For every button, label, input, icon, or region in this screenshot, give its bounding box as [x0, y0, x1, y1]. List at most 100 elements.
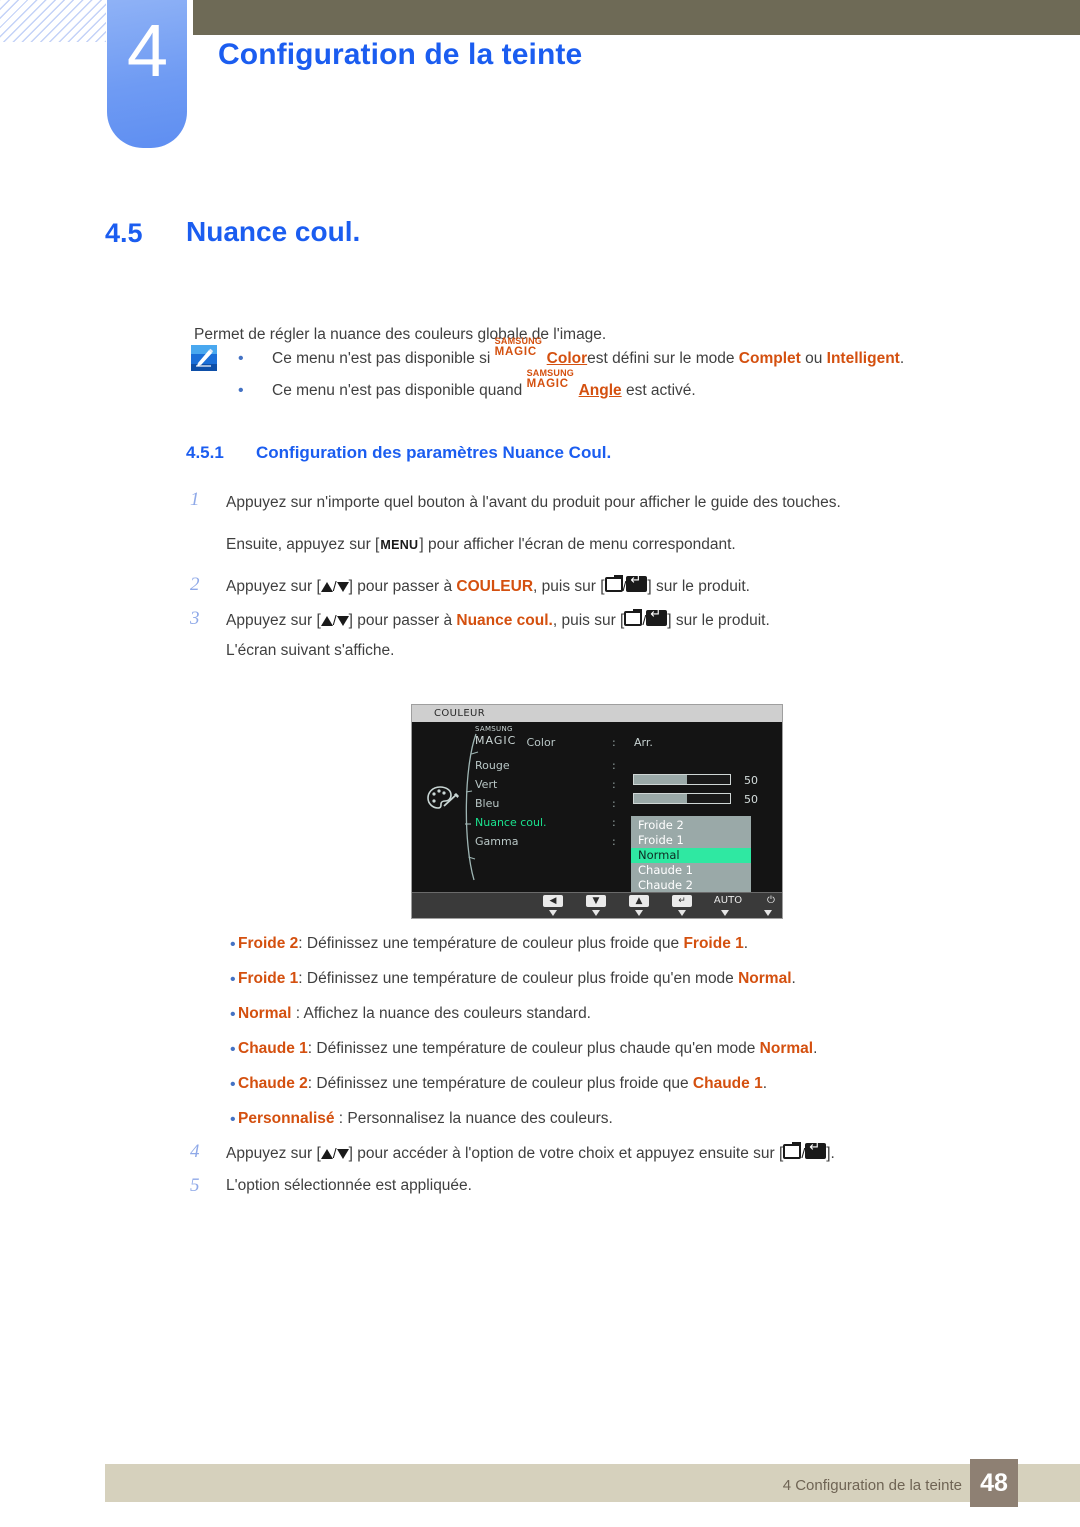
- osd-option-chaude-1[interactable]: Chaude 1: [631, 863, 751, 878]
- osd-row-label-rouge: Rouge: [475, 759, 510, 772]
- step-text-1: Appuyez sur n'importe quel bouton à l'av…: [226, 494, 841, 511]
- note-pencil-icon: [190, 344, 218, 372]
- subsection-number: 4.5.1: [186, 443, 224, 462]
- palette-icon: [426, 784, 460, 814]
- description-text: Affichez la nuance des couleurs standard…: [303, 1005, 591, 1022]
- osd-option-chaude-2[interactable]: Chaude 2: [631, 878, 751, 893]
- note-text-pre: Ce menu n'est pas disponible si: [272, 350, 495, 367]
- bullet-icon: •: [230, 971, 236, 988]
- osd-enter-button[interactable]: ↵: [669, 895, 695, 916]
- step-number-3: 3: [190, 608, 200, 629]
- description-text-end: .: [791, 970, 796, 987]
- description-term: Chaude 1: [238, 1040, 308, 1057]
- note-text-mid: est activé.: [621, 382, 696, 399]
- step-3-substep: L'écran suivant s'affiche.: [226, 642, 395, 659]
- description-term: Personnalisé: [238, 1110, 335, 1127]
- down-arrow-icon: ▼: [586, 895, 606, 907]
- step2-text-b: ] pour passer à: [348, 578, 457, 595]
- chapter-number: 4: [126, 9, 168, 92]
- osd-colon: :: [612, 736, 616, 749]
- osd-power-button[interactable]: ⏻: [755, 895, 781, 916]
- step2-text-c: , puis sur [: [533, 578, 605, 595]
- samsung-magic-logo: SAMSUNG MAGIC: [526, 368, 579, 396]
- step-1-substep: Ensuite, appuyez sur [MENU] pour affiche…: [226, 536, 736, 554]
- description-text-end: .: [762, 1075, 767, 1092]
- note-text-join: ou: [800, 350, 827, 367]
- osd-source-left-button[interactable]: ◀: [540, 895, 566, 916]
- osd-option-normal[interactable]: Normal: [631, 848, 751, 863]
- description-ref: Chaude 1: [692, 1075, 763, 1092]
- magic-feature-word: Color: [546, 350, 588, 367]
- description-sep: :: [298, 970, 307, 987]
- magic-feature-word: Angle: [578, 382, 622, 399]
- description-text: Personnalisez la nuance des couleurs.: [347, 1110, 613, 1127]
- note-item-text: Ce menu n'est pas disponible si SAMSUNG M…: [272, 336, 904, 375]
- magic-top-text: SAMSUNG: [494, 335, 543, 346]
- substep-text-a: Ensuite, appuyez sur [: [226, 536, 380, 553]
- down-arrow-icon: [336, 582, 349, 592]
- osd-down-button[interactable]: ▼: [583, 895, 609, 916]
- description-personnalise: Personnalisé : Personnalisez la nuance d…: [238, 1110, 613, 1128]
- step3-menu-target: Nuance coul.: [456, 612, 553, 629]
- note-emphasis-2: Intelligent: [826, 350, 900, 367]
- chapter-tab: 4: [107, 0, 187, 148]
- description-ref: Normal: [738, 970, 792, 987]
- description-text-end: .: [743, 935, 749, 952]
- osd-label-column: SAMSUNG MAGIC Color Rouge Vert Bleu Nuanc…: [475, 726, 625, 851]
- osd-auto-button[interactable]: AUTO: [712, 895, 742, 916]
- bullet-icon: •: [230, 1041, 236, 1058]
- description-ref: Normal: [759, 1040, 814, 1057]
- step3-text-d: ] sur le produit.: [667, 612, 770, 629]
- description-text-end: .: [813, 1040, 818, 1057]
- down-arrow-icon: [336, 1149, 349, 1159]
- step-number-2: 2: [190, 574, 200, 595]
- step4-text-b: ] pour accéder à l'option de votre choix…: [348, 1145, 784, 1162]
- page-number-badge: 48: [970, 1459, 1018, 1507]
- osd-body: SAMSUNG MAGIC Color Rouge Vert Bleu Nuanc…: [412, 722, 782, 911]
- osd-magic-bottom: MAGIC: [475, 734, 517, 747]
- section-number: 4.5: [105, 218, 143, 248]
- up-arrow-icon: [320, 582, 333, 592]
- description-froide-1: Froide 1: Définissez une température de …: [238, 970, 796, 988]
- enter-key-icon: [626, 573, 648, 592]
- bullet-icon: •: [230, 1076, 236, 1093]
- osd-row-label-gamma: Gamma: [475, 835, 519, 848]
- osd-button-bar: ◀ ▼ ▲ ↵ AUTO ⏻: [412, 892, 782, 918]
- osd-screenshot: COULEUR SAMSUNG MAGIC Color Rouge Vert B…: [411, 704, 783, 919]
- section-title: Nuance coul.: [186, 216, 361, 247]
- bullet-icon: •: [238, 350, 244, 367]
- osd-colon: :: [612, 835, 616, 848]
- osd-colon-column: : : : : : :: [612, 726, 622, 851]
- osd-title: COULEUR: [412, 705, 782, 722]
- source-key-icon: [783, 1142, 802, 1159]
- note-emphasis-1: Complet: [738, 350, 801, 367]
- caret-icon: [764, 910, 772, 916]
- osd-option-froide-1[interactable]: Froide 1: [631, 833, 751, 848]
- description-text: Définissez une température de couleur pl…: [306, 935, 684, 952]
- bullet-icon: •: [230, 936, 236, 953]
- step3-text-b: ] pour passer à: [348, 612, 457, 629]
- osd-row-label-magiccolor: SAMSUNG MAGIC Color: [475, 726, 625, 756]
- up-arrow-icon: ▲: [629, 895, 649, 907]
- up-arrow-icon: [320, 1149, 333, 1159]
- osd-value-vert: 50: [744, 793, 758, 806]
- description-normal: Normal : Affichez la nuance des couleurs…: [238, 1005, 591, 1023]
- description-chaude-1: Chaude 1: Définissez une température de …: [238, 1040, 817, 1058]
- bullet-icon: •: [238, 382, 244, 399]
- osd-option-froide-2[interactable]: Froide 2: [631, 818, 751, 833]
- note-text-mid: est défini sur le mode: [587, 350, 739, 367]
- subsection-title: Configuration des paramètres Nuance Coul…: [256, 443, 612, 462]
- magic-bottom-text: MAGIC: [526, 377, 569, 390]
- note-item: • Ce menu n'est pas disponible quand SAM…: [238, 368, 978, 407]
- bullet-icon: •: [230, 1111, 236, 1128]
- description-term: Froide 1: [238, 970, 299, 987]
- magic-bottom-text: MAGIC: [494, 345, 538, 358]
- osd-buttons: ◀ ▼ ▲ ↵ AUTO ⏻: [540, 895, 781, 916]
- osd-slider-rouge: [633, 774, 731, 785]
- osd-magiccolor-value: Arr.: [634, 736, 653, 749]
- osd-up-button[interactable]: ▲: [626, 895, 652, 916]
- caret-icon: [549, 910, 557, 916]
- description-sep: :: [291, 1005, 304, 1022]
- samsung-magic-logo: SAMSUNG MAGIC: [494, 336, 547, 364]
- osd-row-label-bleu: Bleu: [475, 797, 500, 810]
